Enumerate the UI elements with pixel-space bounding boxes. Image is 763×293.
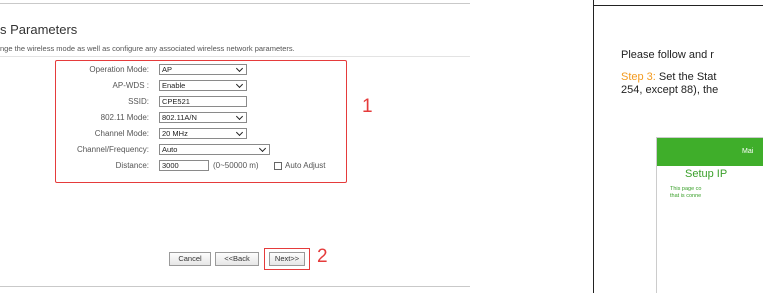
annotation-number-1: 1 (362, 96, 373, 117)
channel-mode-select[interactable]: 20 MHz (159, 128, 247, 139)
chevron-down-icon (235, 128, 244, 137)
mini-header-bar: Mai (657, 138, 763, 166)
distance-label: Distance: (115, 161, 149, 170)
ssid-row: SSID: CPE521 (56, 95, 346, 109)
annotation-number-2: 2 (317, 246, 328, 267)
operation-mode-label: Operation Mode: (89, 65, 149, 74)
step-3-continuation: 254, except 88), the (621, 84, 719, 96)
auto-adjust-label: Auto Adjust (285, 161, 326, 170)
operation-mode-value: AP (162, 65, 173, 74)
mini-description-line-2: that is conne (670, 193, 702, 199)
divider (0, 286, 470, 287)
ap-wds-label: AP-WDS : (112, 81, 149, 90)
cancel-button[interactable]: Cancel (169, 252, 211, 266)
channel-mode-label: Channel Mode: (94, 129, 149, 138)
chevron-down-icon (235, 112, 244, 121)
auto-adjust-checkbox[interactable] (274, 162, 282, 170)
step-3-line: Step 3: Set the Stat (621, 71, 716, 83)
distance-input[interactable]: 3000 (159, 160, 209, 171)
router-config-screenshot: s Parameters nge the wireless mode as we… (0, 0, 470, 293)
operation-mode-select[interactable]: AP (159, 64, 247, 75)
operation-mode-row: Operation Mode: AP (56, 63, 346, 77)
channel-mode-value: 20 MHz (162, 129, 188, 138)
wireless-settings-highlight-box: Operation Mode: AP AP-WDS : Enable SSID:… (55, 60, 347, 183)
ap-wds-row: AP-WDS : Enable (56, 79, 346, 93)
instruction-text: Please follow and r (621, 49, 714, 61)
distance-row: Distance: 3000 (0~50000 m) Auto Adjust (56, 159, 346, 173)
divider (594, 0, 763, 6)
channel-frequency-row: Channel/Frequency: Auto (56, 143, 346, 157)
step-3-text: Set the Stat (655, 71, 717, 83)
mini-title: Setup IP (685, 168, 728, 180)
mini-description-line-1: This page co (670, 186, 702, 192)
ssid-input[interactable]: CPE521 (159, 96, 247, 107)
mode-80211-select[interactable]: 802.11A/N (159, 112, 247, 123)
channel-frequency-value: Auto (162, 145, 178, 154)
channel-mode-row: Channel Mode: 20 MHz (56, 127, 346, 141)
next-button[interactable]: Next>> (269, 252, 305, 266)
page-title: s Parameters (0, 22, 78, 37)
manual-page: Please follow and r Step 3: Set the Stat… (593, 0, 763, 293)
mode-80211-row: 802.11 Mode: 802.11A/N (56, 111, 346, 125)
back-button[interactable]: <<Back (215, 252, 259, 266)
mode-80211-label: 802.11 Mode: (100, 113, 149, 122)
setup-ip-screenshot: Mai Setup IP This page co that is conne (656, 137, 763, 293)
mini-header-text: Mai (742, 148, 754, 155)
channel-frequency-label: Channel/Frequency: (76, 145, 149, 154)
distance-range-hint: (0~50000 m) (213, 161, 259, 170)
step-3-label: Step 3: (621, 71, 656, 83)
chevron-down-icon (258, 144, 267, 153)
chevron-down-icon (235, 80, 244, 89)
ap-wds-value: Enable (162, 81, 186, 90)
mode-80211-value: 802.11A/N (162, 113, 197, 122)
divider (0, 3, 470, 4)
page-description: nge the wireless mode as well as configu… (0, 44, 295, 53)
channel-frequency-select[interactable]: Auto (159, 144, 270, 155)
chevron-down-icon (235, 64, 244, 73)
ssid-label: SSID: (128, 97, 149, 106)
divider (0, 56, 470, 57)
ap-wds-select[interactable]: Enable (159, 80, 247, 91)
